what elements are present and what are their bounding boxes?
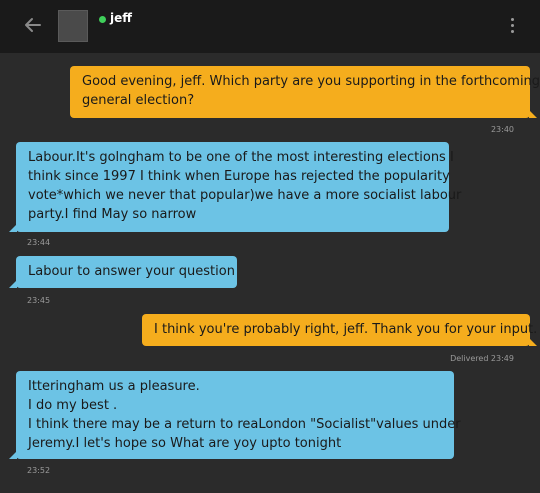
contact-name[interactable]: jeff [110, 11, 132, 25]
message-timestamp: 23:44 [27, 238, 51, 247]
message-text-line: Itteringham us a pleasure. [28, 379, 200, 394]
message-timestamp: 23:40 [490, 125, 514, 134]
more-vertical-icon[interactable] [504, 16, 520, 36]
message-timestamp: 23:52 [27, 466, 51, 475]
message-text-line: I think you're probably right, jeff. Tha… [154, 322, 538, 337]
message-text-line: I think there may be a return to reaLond… [28, 417, 461, 432]
message-bubble-outgoing[interactable]: I think you're probably right, jeff. Tha… [142, 314, 538, 346]
message-text-line: Good evening, jeff. Which party are you … [82, 74, 540, 89]
message-text-line: vote*which we never that popular)we have… [28, 188, 462, 203]
message-text-line: Jeremy.I let's hope so What are yoy upto… [28, 436, 342, 451]
back-arrow-icon[interactable] [22, 14, 44, 36]
message-bubble-incoming[interactable]: Labour.It's golngham to be one of the mo… [9, 142, 462, 232]
avatar[interactable] [58, 10, 88, 42]
message-bubble-incoming[interactable]: Itteringham us a pleasure. I do my best … [9, 371, 461, 459]
chat-header: jeff [0, 0, 540, 53]
message-bubble-incoming[interactable]: Labour to answer your question [9, 256, 237, 288]
message-timestamp: 23:45 [27, 296, 51, 305]
message-text-line: party.I find May so narrow [28, 207, 197, 222]
message-bubble-outgoing[interactable]: Good evening, jeff. Which party are you … [70, 66, 540, 118]
message-text-line: general election? [82, 93, 195, 108]
message-text-line: Labour to answer your question [28, 264, 235, 279]
delivery-status: Delivered 23:49 [450, 354, 514, 363]
message-text-line: I do my best . [28, 398, 118, 413]
message-text-line: think since 1997 I think when Europe has… [28, 169, 450, 184]
message-text-line: Labour.It's golngham to be one of the mo… [28, 150, 454, 165]
online-status-icon [99, 16, 106, 23]
